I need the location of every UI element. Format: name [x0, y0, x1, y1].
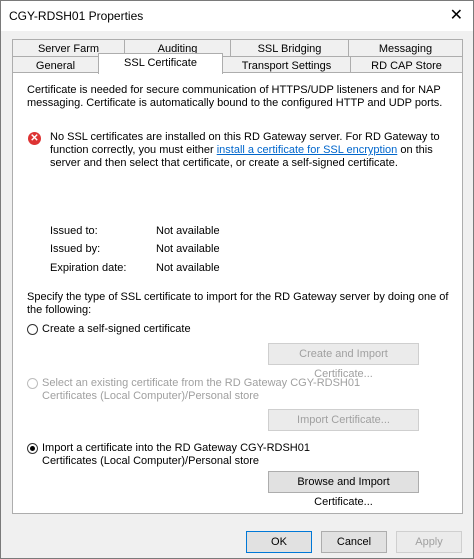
existing-certificate-line-1[interactable]: Select an existing certificate from the …: [42, 377, 360, 390]
expiration-label: Expiration date:: [50, 262, 127, 274]
specify-line-2: the following:: [27, 304, 92, 316]
import-certificate-line-2: Certificates (Local Computer)/Personal s…: [42, 455, 260, 467]
browse-import-certificate-button[interactable]: Browse and Import Certificate...: [268, 471, 419, 508]
create-import-certificate-button[interactable]: Create and Import Certificate...: [268, 343, 419, 380]
error-line-2: function correctly, you must either inst…: [50, 144, 433, 156]
issued-to-label: Issued to:: [50, 225, 98, 237]
error-line-1: No SSL certificates are installed on thi…: [50, 131, 440, 143]
properties-dialog: CGY-RDSH01 Properties ✕ Server Farm Audi…: [0, 0, 474, 559]
close-icon[interactable]: ✕: [450, 5, 463, 25]
error-icon: ✕: [28, 132, 41, 145]
self-signed-label[interactable]: Create a self-signed certificate: [42, 323, 191, 336]
issued-by-label: Issued by:: [50, 243, 101, 255]
ok-button[interactable]: OK: [246, 531, 312, 553]
apply-button[interactable]: Apply: [396, 531, 462, 553]
expiration-value: Not available: [156, 262, 220, 274]
intro-line-2: messaging. Certificate is automatically …: [27, 97, 443, 109]
tab-ssl-bridging[interactable]: SSL Bridging: [230, 39, 349, 57]
import-certificate-button[interactable]: Import Certificate...: [268, 409, 419, 431]
radio-selected-dot: [30, 446, 35, 451]
error-line-3: server and then select that certificate,…: [50, 157, 398, 169]
issued-to-value: Not available: [156, 225, 220, 237]
cancel-button[interactable]: Cancel: [321, 531, 387, 553]
ssl-certificate-panel: Certificate is needed for secure communi…: [12, 72, 463, 514]
import-certificate-line-1[interactable]: Import a certificate into the RD Gateway…: [42, 442, 310, 455]
issued-by-value: Not available: [156, 243, 220, 255]
window-title: CGY-RDSH01 Properties: [9, 9, 144, 23]
specify-line-1: Specify the type of SSL certificate to i…: [27, 291, 449, 303]
self-signed-radio[interactable]: [27, 324, 38, 335]
tab-ssl-certificate[interactable]: SSL Certificate: [98, 53, 223, 74]
existing-certificate-radio[interactable]: [27, 378, 38, 389]
intro-line-1: Certificate is needed for secure communi…: [27, 84, 441, 96]
existing-certificate-line-2: Certificates (Local Computer)/Personal s…: [42, 390, 260, 402]
import-certificate-radio[interactable]: [27, 443, 38, 454]
title-bar: CGY-RDSH01 Properties ✕: [1, 1, 473, 31]
install-certificate-link[interactable]: install a certificate for SSL encryption: [217, 144, 398, 156]
tab-messaging[interactable]: Messaging: [348, 39, 463, 57]
